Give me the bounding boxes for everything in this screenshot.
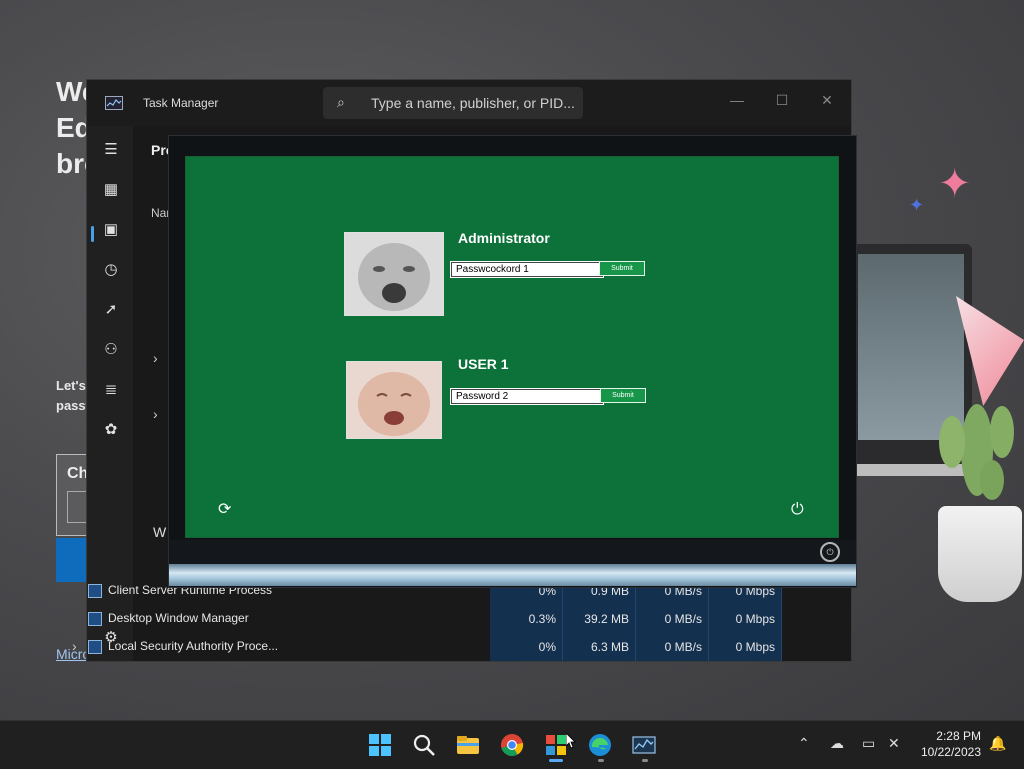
power-icon[interactable]: ⏻ bbox=[791, 502, 804, 518]
windows-processes-group-label: W bbox=[153, 524, 167, 540]
maximize-button[interactable]: ☐ bbox=[768, 88, 796, 112]
expand-chevron-icon[interactable]: › bbox=[153, 350, 158, 366]
task-manager-app-icon bbox=[105, 96, 123, 110]
edge-icon[interactable] bbox=[586, 731, 614, 759]
password-field-administrator[interactable]: Passwcockord 1 bbox=[450, 261, 604, 278]
administrator-avatar bbox=[344, 232, 444, 316]
expand-chevron-icon[interactable]: › bbox=[72, 638, 77, 654]
logon-glass-stripe bbox=[169, 564, 856, 586]
network-cell: 0 Mbps bbox=[709, 605, 782, 633]
table-row[interactable]: › Local Security Authority Proce... 0% 6… bbox=[72, 633, 782, 661]
details-icon[interactable]: ≣ bbox=[101, 380, 121, 400]
task-manager-titlebar[interactable]: Task Manager ⌕ Type a name, publisher, o… bbox=[87, 80, 851, 126]
services-icon[interactable]: ✿ bbox=[101, 420, 121, 440]
disk-cell: 0 MB/s bbox=[636, 605, 709, 633]
cactus-illustration bbox=[939, 404, 1014, 500]
close-button[interactable]: ✕ bbox=[813, 88, 841, 112]
cpu-cell: 0.3% bbox=[490, 605, 563, 633]
search-icon: ⌕ bbox=[337, 94, 345, 110]
task-manager-taskbar-icon[interactable] bbox=[630, 731, 658, 759]
logon-panel: Administrator Passwcockord 1 Submit USER… bbox=[185, 156, 839, 538]
window-title: Task Manager bbox=[143, 96, 219, 110]
logon-window[interactable]: Administrator Passwcockord 1 Submit USER… bbox=[168, 135, 857, 588]
password-field-user1[interactable]: Password 2 bbox=[450, 388, 604, 405]
accessibility-icon[interactable]: ⟳ bbox=[218, 502, 231, 518]
active-app-indicator bbox=[549, 759, 563, 762]
table-row[interactable]: Desktop Window Manager 0.3% 39.2 MB 0 MB… bbox=[80, 605, 782, 633]
taskbar-clock-time[interactable]: 2:28 PM bbox=[917, 729, 981, 743]
network-icon[interactable]: ▭ bbox=[862, 735, 875, 752]
taskbar: ⌃ ☁ ▭ ✕ 🔔 bbox=[0, 720, 1024, 769]
search-placeholder: Type a name, publisher, or PID... bbox=[371, 95, 575, 111]
startup-apps-icon[interactable]: ➚ bbox=[101, 300, 121, 320]
process-icon bbox=[88, 584, 102, 598]
users-icon[interactable]: ⚇ bbox=[101, 340, 121, 360]
file-explorer-icon[interactable] bbox=[454, 731, 482, 759]
onedrive-icon[interactable]: ☁ bbox=[830, 735, 844, 752]
process-name: Local Security Authority Proce... bbox=[108, 639, 279, 653]
app-history-icon[interactable]: ◷ bbox=[101, 260, 121, 280]
logon-bottom-bar bbox=[169, 540, 856, 564]
cpu-cell: 0% bbox=[490, 633, 563, 661]
performance-icon[interactable]: ▣ bbox=[101, 220, 121, 240]
chrome-icon[interactable] bbox=[498, 731, 526, 759]
search-icon[interactable] bbox=[410, 731, 438, 759]
active-nav-indicator bbox=[91, 226, 94, 242]
network-cell: 0 Mbps bbox=[709, 633, 782, 661]
disk-cell: 0 MB/s bbox=[636, 633, 709, 661]
submit-button-user1[interactable]: Submit bbox=[600, 388, 646, 403]
volume-muted-icon[interactable]: ✕ bbox=[888, 735, 900, 752]
sparkle-small-decoration-icon: ✦ bbox=[909, 195, 925, 215]
start-windows-icon[interactable] bbox=[366, 731, 394, 759]
mouse-cursor-icon bbox=[566, 733, 576, 749]
notification-bell-icon[interactable]: 🔔 bbox=[989, 735, 1006, 752]
process-icon bbox=[88, 640, 102, 654]
submit-button-administrator[interactable]: Submit bbox=[599, 261, 645, 276]
process-icon bbox=[88, 612, 102, 626]
hamburger-menu-icon[interactable]: ☰ bbox=[101, 140, 121, 160]
expand-chevron-icon[interactable]: › bbox=[153, 406, 158, 422]
user-name-administrator: Administrator bbox=[458, 230, 550, 246]
taskbar-clock-date[interactable]: 10/22/2023 bbox=[917, 745, 981, 759]
user1-avatar bbox=[346, 361, 442, 439]
sparkle-decoration-icon: ✦ bbox=[938, 162, 972, 206]
process-search-box[interactable]: ⌕ Type a name, publisher, or PID... bbox=[323, 87, 583, 119]
minimize-button[interactable]: — bbox=[723, 88, 751, 112]
running-app-indicator bbox=[642, 759, 648, 762]
memory-cell: 6.3 MB bbox=[563, 633, 636, 661]
memory-cell: 39.2 MB bbox=[563, 605, 636, 633]
process-name: Desktop Window Manager bbox=[108, 611, 249, 625]
user-name-user1: USER 1 bbox=[458, 356, 509, 372]
running-app-indicator bbox=[598, 759, 604, 762]
show-hidden-icons-chevron-icon[interactable]: ⌃ bbox=[798, 735, 810, 752]
logon-power-button-icon[interactable]: ⏻ bbox=[820, 542, 840, 562]
plant-pot-illustration bbox=[938, 506, 1022, 602]
processes-icon[interactable]: ▦ bbox=[101, 180, 121, 200]
